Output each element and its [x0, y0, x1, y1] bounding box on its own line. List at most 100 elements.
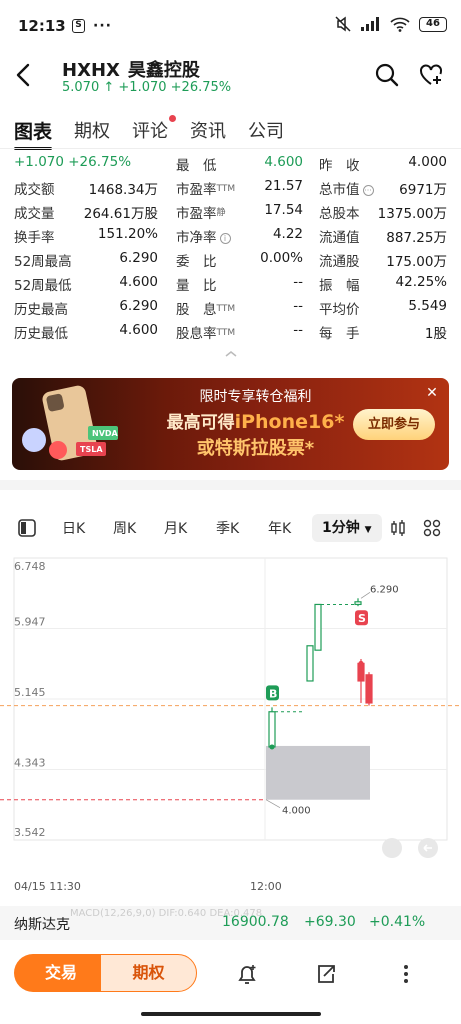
stat-label: 振 幅: [319, 278, 360, 294]
stat-label-sup: TTM: [216, 184, 236, 194]
divider: [0, 480, 461, 490]
period-dropdown[interactable]: 1分钟 ▼: [312, 514, 382, 542]
stat-label: 最 低: [176, 158, 217, 174]
period-year-k[interactable]: 年K: [268, 518, 291, 538]
tab-comments[interactable]: 评论: [132, 115, 177, 144]
signal-icon: [361, 17, 379, 31]
close-icon[interactable]: ✕: [423, 384, 441, 402]
stat-label-text: 股息率: [176, 326, 217, 342]
prev-close-leader: [265, 799, 281, 809]
stat-label: 市盈率静: [176, 202, 226, 222]
expand-chevron-icon[interactable]: [224, 349, 238, 359]
y-tick-label: 6.748: [14, 560, 46, 573]
stat-label-text: 总市值: [319, 182, 360, 198]
options-button[interactable]: 期权: [100, 954, 197, 992]
more-info-icon[interactable]: ···: [362, 185, 374, 196]
buy-marker-label: B: [269, 687, 277, 700]
battery-icon: 46: [419, 16, 447, 32]
sidebar-toggle-icon[interactable]: [18, 519, 36, 537]
more-options-icon[interactable]: [394, 962, 418, 986]
tab-news[interactable]: 资讯: [190, 117, 226, 144]
period-day-k[interactable]: 日K: [62, 518, 85, 538]
search-icon[interactable]: [374, 62, 400, 88]
y-tick-label: 4.343: [14, 757, 46, 770]
stat-label-text: 市盈率: [176, 182, 217, 198]
stat-label-sup: TTM: [216, 328, 236, 338]
prev-close-label: 4.000: [282, 806, 311, 817]
stat-value: 17.54: [264, 202, 303, 218]
stat-value: 5.549: [408, 298, 447, 314]
candlestick-settings-icon[interactable]: [389, 519, 407, 537]
stat-value: 175.00万: [386, 254, 447, 270]
unread-dot: [169, 115, 177, 122]
stat-value: 4.600: [264, 154, 303, 170]
stat-label: 总股本: [319, 206, 360, 222]
stat-value: 1股: [424, 326, 447, 342]
period-week-k[interactable]: 周K: [113, 518, 136, 538]
y-tick-label: 5.947: [14, 615, 46, 628]
candle-body: [354, 601, 362, 606]
detail-tabs: 图表 期权 评论 资讯 公司: [14, 115, 284, 150]
stat-label: 流通值: [319, 230, 360, 246]
add-alert-bell-icon[interactable]: [235, 962, 259, 986]
banner-line1: 限时专享转仓福利: [199, 389, 312, 405]
intraday-kline-chart[interactable]: 6.748 5.947 5.145 4.343 3.542 04/15 11:30 12:0…: [0, 550, 461, 895]
trade-button[interactable]: 交易: [14, 954, 108, 992]
stat-label: 历史最高: [14, 302, 68, 318]
stat-label[interactable]: 市净率 i: [176, 226, 231, 246]
add-watchlist-heart-icon[interactable]: [418, 62, 444, 88]
zoom-reset-icon: [382, 838, 402, 858]
stat-label: 每 手: [319, 326, 360, 342]
x-tick-label: 12:00: [250, 880, 282, 893]
stat-value: 264.61万股: [83, 206, 158, 222]
stat-label[interactable]: 总市值 ···: [319, 178, 374, 198]
share-icon[interactable]: [314, 962, 338, 986]
stat-value: 6.290: [119, 298, 158, 314]
index-value: 16900.78: [222, 914, 289, 930]
ticker-symbol: HXHX: [62, 60, 120, 81]
period-selected: 1分钟: [322, 520, 360, 536]
stats-row: 成交额 1468.34万 市盈率TTM 21.57 总市值 ··· 6971万: [0, 178, 461, 202]
info-icon[interactable]: i: [219, 233, 231, 244]
stat-value: 4.600: [119, 274, 158, 290]
stat-value: 6971万: [399, 182, 447, 198]
candle-body: [314, 603, 322, 651]
banner-line2-highlight: iPhone16*: [234, 411, 345, 433]
candle-body: [357, 662, 365, 682]
tab-company[interactable]: 公司: [248, 117, 284, 144]
period-month-k[interactable]: 月K: [164, 518, 187, 538]
stat-label: 平均价: [319, 302, 360, 318]
bottom-action-bar: 交易 期权: [0, 946, 461, 1002]
app-notification-icon: S: [72, 19, 85, 33]
gap-zone: [266, 745, 370, 800]
index-ticker-bar[interactable]: MACD(12,26,9,0) DIF:0.640 DEA:0.478 纳斯达克…: [0, 906, 461, 940]
home-indicator: [141, 1012, 321, 1016]
price-quote: 5.070 ↑ +1.070 +26.75%: [62, 80, 231, 95]
candle-body: [365, 674, 373, 704]
current-price: 5.070: [62, 80, 100, 95]
promo-banner[interactable]: NVDA TSLA 限时专享转仓福利 最高可得iPhone16* 或特斯拉股票*…: [12, 378, 449, 470]
stat-value: 4.22: [272, 226, 303, 242]
candle-body: [306, 645, 314, 682]
banner-line2-prefix: 最高可得: [166, 413, 235, 433]
stat-value: --: [293, 298, 303, 314]
stat-label: 市盈率TTM: [176, 178, 235, 198]
stats-row: 52周最高 6.290 委 比 0.00% 流通股 175.00万: [0, 250, 461, 274]
join-now-button[interactable]: 立即参与: [353, 409, 435, 440]
grid-layout-icon[interactable]: [423, 519, 441, 537]
tab-comments-label: 评论: [132, 121, 169, 142]
trade-dot: [358, 660, 364, 666]
stat-value: 1375.00万: [377, 206, 447, 222]
back-arrow-icon[interactable]: [10, 60, 38, 90]
divider: [0, 148, 461, 149]
status-bar: 12:13 S ··· 46: [0, 0, 461, 52]
stat-label: 流通股: [319, 254, 360, 270]
stat-value: 6.290: [119, 250, 158, 266]
period-quarter-k[interactable]: 季K: [216, 518, 239, 538]
tab-chart[interactable]: 图表: [14, 117, 53, 150]
tab-options[interactable]: 期权: [74, 117, 110, 144]
stats-row: 52周最低 4.600 量 比 -- 振 幅 42.25%: [0, 274, 461, 298]
stat-label: 股息率TTM: [176, 322, 235, 342]
index-change: +69.30: [304, 914, 356, 930]
stock-header: HXHX 昊鑫控股 5.070 ↑ +1.070 +26.75%: [0, 52, 461, 100]
